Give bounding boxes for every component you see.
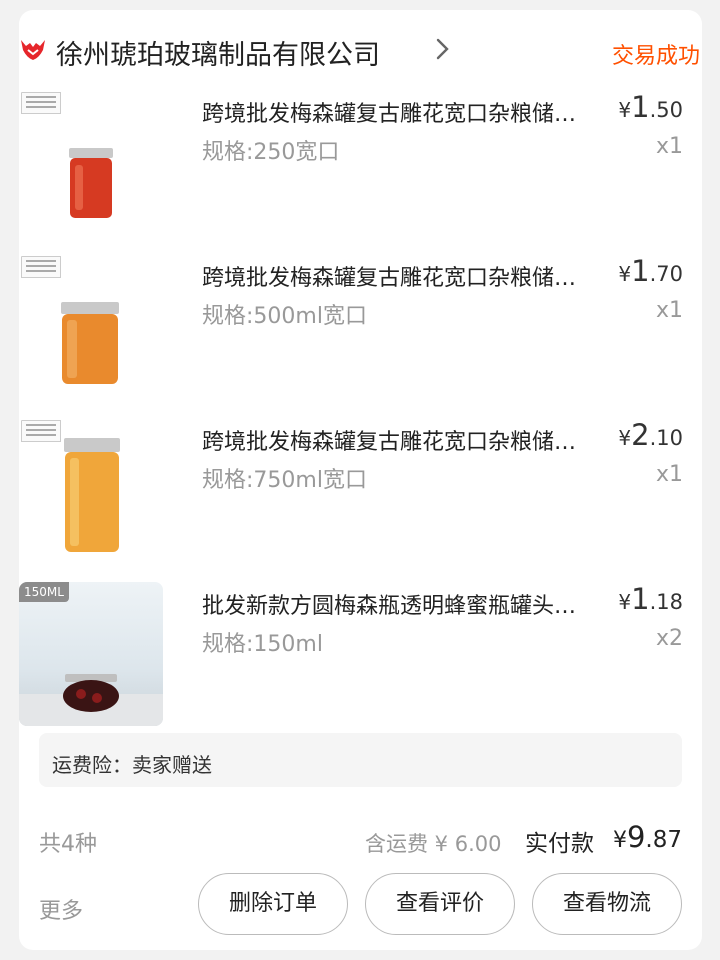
chevron-right-icon[interactable] [434, 34, 452, 64]
paid-label: 实付款 [525, 831, 594, 857]
view-review-button[interactable]: 查看评价 [365, 873, 515, 935]
order-item[interactable]: 跨境批发梅森罐复古雕花宽口杂粮储物罐密封蜂蜜玻璃瓶 规格:750ml宽口 ¥2.… [19, 418, 683, 562]
item-spec: 规格:250宽口 [202, 140, 340, 165]
item-title[interactable]: 批发新款方圆梅森瓶透明蜂蜜瓶罐头瓶果酱瓶 [202, 588, 582, 620]
kind-count: 共4种 [39, 832, 97, 857]
item-quantity: x1 [655, 462, 683, 487]
item-price: ¥1.18 [618, 582, 683, 616]
order-item[interactable]: 跨境批发梅森罐复古雕花宽口杂粮储物罐密封蜂蜜玻璃瓶 规格:250宽口 ¥1.50… [19, 90, 683, 234]
order-item[interactable]: 跨境批发梅森罐复古雕花宽口杂粮储物罐密封蜂蜜玻璃瓶 规格:500ml宽口 ¥1.… [19, 254, 683, 398]
jar-image [69, 148, 113, 218]
item-spec: 规格:500ml宽口 [202, 304, 367, 329]
shop-name[interactable]: 徐州琥珀玻璃制品有限公司 [56, 33, 380, 72]
order-status: 交易成功 [611, 44, 700, 69]
more-button[interactable]: 更多 [39, 893, 83, 925]
jar-image [19, 674, 163, 726]
item-image[interactable] [19, 90, 163, 234]
item-quantity: x1 [655, 134, 683, 159]
item-title[interactable]: 跨境批发梅森罐复古雕花宽口杂粮储物罐密封蜂蜜玻璃瓶 [202, 260, 582, 292]
view-logistics-button[interactable]: 查看物流 [532, 873, 682, 935]
shipping-fee: 含运费 ¥ 6.00 [365, 832, 502, 856]
item-title[interactable]: 跨境批发梅森罐复古雕花宽口杂粮储物罐密封蜂蜜玻璃瓶 [202, 424, 582, 456]
order-summary: 共4种 含运费 ¥ 6.00 实付款 ¥9.87 [39, 820, 682, 860]
item-quantity: x1 [655, 298, 683, 323]
item-title[interactable]: 跨境批发梅森罐复古雕花宽口杂粮储物罐密封蜂蜜玻璃瓶 [202, 96, 582, 128]
jar-image [61, 302, 119, 384]
item-spec: 规格:750ml宽口 [202, 468, 367, 493]
item-quantity: x2 [655, 626, 683, 651]
item-image[interactable] [19, 254, 163, 398]
item-price: ¥1.70 [618, 254, 683, 288]
shipping-insurance-label: 运费险：卖家赠送 [52, 753, 212, 777]
shipping-insurance-bar: 运费险：卖家赠送 [39, 733, 682, 787]
delete-order-button[interactable]: 删除订单 [198, 873, 348, 935]
item-image[interactable]: 150ML [19, 582, 163, 726]
order-header: 徐州琥珀玻璃制品有限公司 交易成功 [19, 24, 700, 80]
item-price: ¥1.50 [618, 90, 683, 124]
jar-image [64, 438, 120, 552]
size-badge: 150ML [19, 582, 69, 602]
item-spec: 规格:150ml [202, 632, 323, 657]
order-item[interactable]: 150ML 批发新款方圆梅森瓶透明蜂蜜瓶罐头瓶果酱瓶 规格:150ml ¥1.1… [19, 582, 683, 726]
paid-amount: ¥9.87 [612, 820, 682, 854]
shop-logo-icon [21, 40, 45, 60]
item-image[interactable] [19, 418, 163, 562]
item-price: ¥2.10 [618, 418, 683, 452]
